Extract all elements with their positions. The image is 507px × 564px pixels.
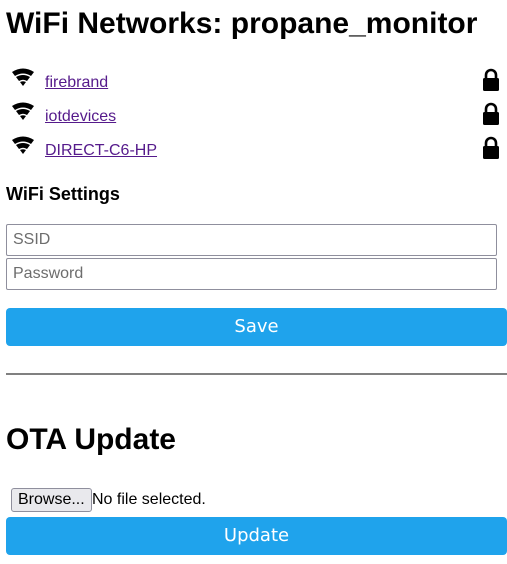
ssid-input[interactable]: [6, 224, 497, 256]
page: WiFi Networks: propane_monitor firebrand…: [0, 0, 507, 564]
lock-icon: [483, 68, 499, 91]
network-row: DIRECT-C6-HP: [0, 134, 507, 168]
ota-update-heading: OTA Update: [6, 423, 176, 456]
network-row: firebrand: [0, 66, 507, 100]
wifi-signal-icon: [12, 68, 34, 86]
wifi-settings-heading: WiFi Settings: [6, 184, 120, 204]
network-link-firebrand[interactable]: firebrand: [45, 73, 108, 93]
divider: [6, 373, 507, 375]
password-input[interactable]: [6, 258, 497, 290]
browse-file-button[interactable]: Browse...: [11, 488, 92, 512]
wifi-signal-icon: [12, 102, 34, 120]
save-button[interactable]: Save: [6, 308, 507, 346]
file-status-text: No file selected.: [92, 491, 206, 508]
network-list: firebrand iotdevices DIRECT-C6-HP: [0, 66, 507, 168]
update-button[interactable]: Update: [6, 517, 507, 555]
lock-icon: [483, 136, 499, 159]
network-link-iotdevices[interactable]: iotdevices: [45, 107, 116, 127]
network-link-direct-c6-hp[interactable]: DIRECT-C6-HP: [45, 141, 157, 161]
page-title: WiFi Networks: propane_monitor: [6, 7, 478, 40]
network-row: iotdevices: [0, 100, 507, 134]
lock-icon: [483, 102, 499, 125]
wifi-signal-icon: [12, 136, 34, 154]
